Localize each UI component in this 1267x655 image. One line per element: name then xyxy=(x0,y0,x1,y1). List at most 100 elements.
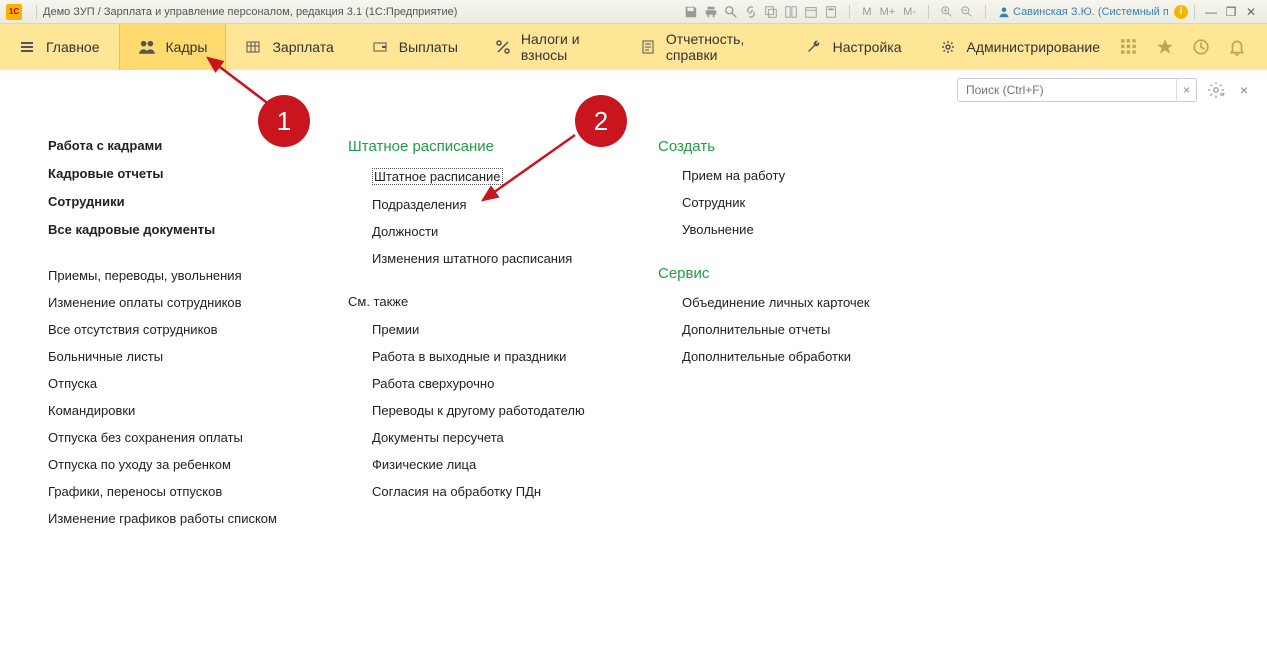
link-dop-obrabotki[interactable]: Дополнительные обработки xyxy=(682,349,938,364)
link-priemy-perevody[interactable]: Приемы, переводы, увольнения xyxy=(48,268,288,283)
link-uvolnenie[interactable]: Увольнение xyxy=(682,222,938,237)
link-fizicheskie-lica[interactable]: Физические лица xyxy=(372,457,598,472)
nav-zarplata[interactable]: Зарплата xyxy=(226,24,352,70)
zoom-out-icon[interactable] xyxy=(959,4,975,20)
close-window-button[interactable]: ✕ xyxy=(1241,4,1261,20)
link-premii[interactable]: Премии xyxy=(372,322,598,337)
content-area: Работа с кадрами Кадровые отчеты Сотрудн… xyxy=(0,110,1267,538)
memory-m-button[interactable]: М xyxy=(860,6,873,18)
nav-label: Администрирование xyxy=(967,39,1101,55)
user-icon xyxy=(998,6,1010,18)
star-icon[interactable] xyxy=(1155,37,1175,57)
link-rabota-s-kadrami[interactable]: Работа с кадрами xyxy=(48,138,288,153)
link-otpuska-bez-sohraneniya[interactable]: Отпуска без сохранения оплаты xyxy=(48,430,288,445)
user-name: Савинская З.Ю. (Системный прог... xyxy=(1013,6,1168,18)
link-dop-otchety[interactable]: Дополнительные отчеты xyxy=(682,322,938,337)
settings-gear-icon[interactable]: ▾ xyxy=(1205,79,1227,101)
nav-nastroika[interactable]: Настройка xyxy=(787,24,921,70)
table-icon xyxy=(244,38,262,56)
toolbar-icons: М М+ М- xyxy=(683,4,992,20)
nav-admin[interactable]: Администрирование xyxy=(921,24,1120,70)
link-sotrudniki[interactable]: Сотрудники xyxy=(48,194,288,209)
link-rabota-sverhurochno[interactable]: Работа сверхурочно xyxy=(372,376,598,391)
nav-kadry[interactable]: Кадры xyxy=(119,24,227,70)
link-bolnichnye[interactable]: Больничные листы xyxy=(48,349,288,364)
window-title: Демо ЗУП / Зарплата и управление персона… xyxy=(43,6,457,18)
column-1: Работа с кадрами Кадровые отчеты Сотрудн… xyxy=(48,138,288,538)
link-vse-otsutstviya[interactable]: Все отсутствия сотрудников xyxy=(48,322,288,337)
save-icon[interactable] xyxy=(683,4,699,20)
link-otpuska[interactable]: Отпуска xyxy=(48,376,288,391)
main-navbar: Главное Кадры Зарплата Выплаты Налоги и … xyxy=(0,24,1267,70)
memory-mminus-button[interactable]: М- xyxy=(901,6,918,18)
separator xyxy=(849,5,850,19)
column-3: Создать Прием на работу Сотрудник Увольн… xyxy=(658,138,938,538)
wallet-icon xyxy=(371,38,389,56)
nav-label: Зарплата xyxy=(272,39,333,55)
link-priem-na-rabotu[interactable]: Прием на работу xyxy=(682,168,938,183)
link-dolzhnosti[interactable]: Должности xyxy=(372,224,598,239)
link-grafiki-perenosy[interactable]: Графики, переносы отпусков xyxy=(48,484,288,499)
link-obedinenie-kartochek[interactable]: Объединение личных карточек xyxy=(682,295,938,310)
people-icon xyxy=(138,38,156,56)
nav-apps xyxy=(1119,24,1267,70)
section-sozdat: Создать xyxy=(658,138,938,155)
clear-search-button[interactable]: × xyxy=(1176,79,1196,101)
separator xyxy=(985,5,986,19)
subheader: × ▾ × xyxy=(0,70,1267,110)
link-icon[interactable] xyxy=(743,4,759,20)
nav-otchetnost[interactable]: Отчетность, справки xyxy=(622,24,787,70)
report-icon xyxy=(640,38,656,56)
calendar-icon[interactable] xyxy=(803,4,819,20)
link-perevody-rabotodatelyu[interactable]: Переводы к другому работодателю xyxy=(372,403,598,418)
link-shtatnoe-raspisanie[interactable]: Штатное расписание xyxy=(372,168,598,185)
column-2: Штатное расписание Штатное расписание По… xyxy=(348,138,598,538)
link-izmeneniya-shtatnogo[interactable]: Изменения штатного расписания xyxy=(372,251,598,266)
memory-mplus-button[interactable]: М+ xyxy=(878,6,898,18)
gear-icon xyxy=(939,38,957,56)
separator xyxy=(928,5,929,19)
restore-button[interactable]: ❐ xyxy=(1221,4,1241,20)
link-sotrudnik[interactable]: Сотрудник xyxy=(682,195,938,210)
link-komandirovki[interactable]: Командировки xyxy=(48,403,288,418)
section-shtatnoe-raspisanie: Штатное расписание xyxy=(348,138,598,155)
section-servis: Сервис xyxy=(658,265,938,282)
apps-grid-icon[interactable] xyxy=(1119,37,1139,57)
info-icon[interactable]: i xyxy=(1174,5,1188,19)
nav-label: Налоги и взносы xyxy=(521,31,603,63)
link-izmenenie-oplaty[interactable]: Изменение оплаты сотрудников xyxy=(48,295,288,310)
link-dokumenty-persucheta[interactable]: Документы персучета xyxy=(372,430,598,445)
bell-icon[interactable] xyxy=(1227,37,1247,57)
minimize-button[interactable]: — xyxy=(1201,4,1221,20)
nav-label: Выплаты xyxy=(399,39,458,55)
link-rabota-vyhodnye[interactable]: Работа в выходные и праздники xyxy=(372,349,598,364)
link-podrazdeleniya[interactable]: Подразделения xyxy=(372,197,598,212)
link-kadrovye-otchety[interactable]: Кадровые отчеты xyxy=(48,166,288,181)
zoom-in-icon[interactable] xyxy=(939,4,955,20)
link-vse-kadrovye-dokumenty[interactable]: Все кадровые документы xyxy=(48,222,288,237)
percent-icon xyxy=(495,38,511,56)
calculator-icon[interactable] xyxy=(823,4,839,20)
menu-icon xyxy=(18,38,36,56)
wrench-icon xyxy=(805,38,823,56)
link-izmenenie-grafikov[interactable]: Изменение графиков работы списком xyxy=(48,511,288,526)
search-box: × xyxy=(957,78,1197,102)
user-link[interactable]: Савинская З.Ю. (Системный прог... xyxy=(998,6,1168,18)
search-input[interactable] xyxy=(958,83,1176,97)
nav-nalogi[interactable]: Налоги и взносы xyxy=(477,24,622,70)
print-icon[interactable] xyxy=(703,4,719,20)
section-sm-takzhe: См. также xyxy=(348,294,598,309)
nav-vyplaty[interactable]: Выплаты xyxy=(353,24,477,70)
close-panel-button[interactable]: × xyxy=(1235,81,1253,99)
nav-label: Настройка xyxy=(833,39,902,55)
link-soglasiya-pdn[interactable]: Согласия на обработку ПДн xyxy=(372,484,598,499)
search-icon[interactable] xyxy=(723,4,739,20)
nav-label: Главное xyxy=(46,39,100,55)
copy-icon[interactable] xyxy=(763,4,779,20)
nav-main[interactable]: Главное xyxy=(0,24,119,70)
nav-label: Отчетность, справки xyxy=(666,31,768,63)
focused-link-label: Штатное расписание xyxy=(372,168,503,185)
link-otpuska-po-uhodu[interactable]: Отпуска по уходу за ребенком xyxy=(48,457,288,472)
compare-icon[interactable] xyxy=(783,4,799,20)
history-icon[interactable] xyxy=(1191,37,1211,57)
